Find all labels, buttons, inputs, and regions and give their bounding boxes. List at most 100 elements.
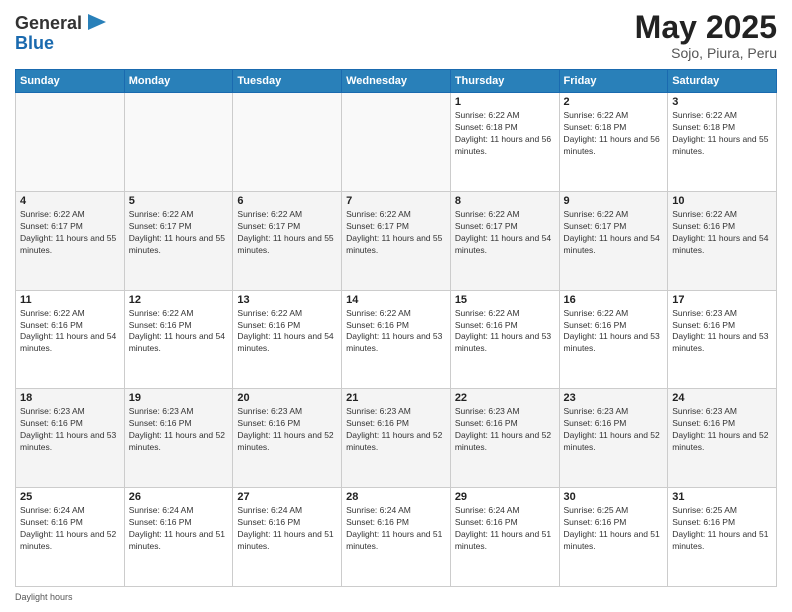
day-info: Sunrise: 6:24 AM Sunset: 6:16 PM Dayligh…	[129, 505, 229, 553]
day-info: Sunrise: 6:23 AM Sunset: 6:16 PM Dayligh…	[455, 406, 555, 454]
table-row: 1Sunrise: 6:22 AM Sunset: 6:18 PM Daylig…	[450, 93, 559, 192]
day-number: 15	[455, 294, 555, 306]
table-row: 9Sunrise: 6:22 AM Sunset: 6:17 PM Daylig…	[559, 191, 668, 290]
day-info: Sunrise: 6:23 AM Sunset: 6:16 PM Dayligh…	[672, 308, 772, 356]
table-row: 8Sunrise: 6:22 AM Sunset: 6:17 PM Daylig…	[450, 191, 559, 290]
daylight-label: Daylight hours	[15, 592, 73, 602]
day-info: Sunrise: 6:24 AM Sunset: 6:16 PM Dayligh…	[20, 505, 120, 553]
col-thursday: Thursday	[450, 70, 559, 93]
day-number: 1	[455, 96, 555, 108]
table-row: 15 Sunrise: 6:22 AM Sunset: 6:16 PM Dayli…	[450, 290, 559, 389]
table-row	[342, 93, 451, 192]
day-info: Sunrise: 6:22 AM Sunset: 6:16 PM Dayligh…	[455, 308, 555, 356]
table-row: 18 Sunrise: 6:23 AM Sunset: 6:16 PM Dayli…	[16, 389, 125, 488]
day-number: 4	[20, 195, 120, 207]
day-info: Sunrise: 6:22 AM Sunset: 6:18 PM Dayligh…	[672, 110, 772, 158]
day-number: 22	[455, 392, 555, 404]
calendar-week-row: 4 Sunrise: 6:22 AM Sunset: 6:17 PM Daylig…	[16, 191, 777, 290]
col-saturday: Saturday	[668, 70, 777, 93]
day-number: 25	[20, 491, 120, 503]
day-number: 23	[564, 392, 664, 404]
day-number: 18	[20, 392, 120, 404]
calendar-week-row: 25 Sunrise: 6:24 AM Sunset: 6:16 PM Dayli…	[16, 488, 777, 587]
day-info: Sunrise: 6:25 AM Sunset: 6:16 PM Dayligh…	[564, 505, 664, 553]
col-sunday: Sunday	[16, 70, 125, 93]
day-number: 13	[237, 294, 337, 306]
col-tuesday: Tuesday	[233, 70, 342, 93]
day-info: Sunrise: 6:22 AM Sunset: 6:17 PM Dayligh…	[237, 209, 337, 257]
table-row: 14Sunrise: 6:22 AM Sunset: 6:16 PM Dayli…	[342, 290, 451, 389]
calendar-table: Sunday Monday Tuesday Wednesday Thursday…	[15, 69, 777, 587]
logo: General Blue	[15, 10, 112, 54]
table-row: 30 Sunrise: 6:25 AM Sunset: 6:16 PM Dayli…	[559, 488, 668, 587]
day-number: 17	[672, 294, 772, 306]
table-row: 10Sunrise: 6:22 AM Sunset: 6:16 PM Dayli…	[668, 191, 777, 290]
table-row: 11 Sunrise: 6:22 AM Sunset: 6:16 PM Dayli…	[16, 290, 125, 389]
logo-general-text: General	[15, 14, 82, 34]
day-number: 27	[237, 491, 337, 503]
day-info: Sunrise: 6:23 AM Sunset: 6:16 PM Dayligh…	[564, 406, 664, 454]
day-info: Sunrise: 6:22 AM Sunset: 6:16 PM Dayligh…	[20, 308, 120, 356]
day-info: Sunrise: 6:24 AM Sunset: 6:16 PM Dayligh…	[346, 505, 446, 553]
day-info: Sunrise: 6:23 AM Sunset: 6:16 PM Dayligh…	[20, 406, 120, 454]
day-info: Sunrise: 6:23 AM Sunset: 6:16 PM Dayligh…	[237, 406, 337, 454]
table-row: 23 Sunrise: 6:23 AM Sunset: 6:16 PM Dayli…	[559, 389, 668, 488]
table-row: 19Sunrise: 6:23 AM Sunset: 6:16 PM Dayli…	[124, 389, 233, 488]
table-row: 12Sunrise: 6:22 AM Sunset: 6:16 PM Dayli…	[124, 290, 233, 389]
table-row: 5 Sunrise: 6:22 AM Sunset: 6:17 PM Daylig…	[124, 191, 233, 290]
table-row: 17 Sunrise: 6:23 AM Sunset: 6:16 PM Dayli…	[668, 290, 777, 389]
title-month: May 2025	[635, 10, 777, 45]
page: General Blue May 2025 Sojo, Piura, Peru …	[0, 0, 792, 612]
table-row: 6 Sunrise: 6:22 AM Sunset: 6:17 PM Daylig…	[233, 191, 342, 290]
day-number: 12	[129, 294, 229, 306]
calendar-week-row: 18 Sunrise: 6:23 AM Sunset: 6:16 PM Dayli…	[16, 389, 777, 488]
logo-blue-text: Blue	[15, 34, 54, 54]
day-info: Sunrise: 6:22 AM Sunset: 6:17 PM Dayligh…	[346, 209, 446, 257]
day-number: 14	[346, 294, 446, 306]
table-row: 4 Sunrise: 6:22 AM Sunset: 6:17 PM Daylig…	[16, 191, 125, 290]
day-number: 24	[672, 392, 772, 404]
day-info: Sunrise: 6:22 AM Sunset: 6:18 PM Dayligh…	[564, 110, 664, 158]
table-row	[124, 93, 233, 192]
day-number: 11	[20, 294, 120, 306]
table-row: 29 Sunrise: 6:24 AM Sunset: 6:16 PM Dayli…	[450, 488, 559, 587]
day-number: 5	[129, 195, 229, 207]
table-row: 25 Sunrise: 6:24 AM Sunset: 6:16 PM Dayli…	[16, 488, 125, 587]
table-row: 16Sunrise: 6:22 AM Sunset: 6:16 PM Dayli…	[559, 290, 668, 389]
day-info: Sunrise: 6:22 AM Sunset: 6:16 PM Dayligh…	[237, 308, 337, 356]
day-number: 3	[672, 96, 772, 108]
day-info: Sunrise: 6:22 AM Sunset: 6:17 PM Dayligh…	[20, 209, 120, 257]
day-info: Sunrise: 6:22 AM Sunset: 6:17 PM Dayligh…	[129, 209, 229, 257]
table-row: 28 Sunrise: 6:24 AM Sunset: 6:16 PM Dayli…	[342, 488, 451, 587]
day-info: Sunrise: 6:23 AM Sunset: 6:16 PM Dayligh…	[672, 406, 772, 454]
day-info: Sunrise: 6:24 AM Sunset: 6:16 PM Dayligh…	[455, 505, 555, 553]
table-row: 27 Sunrise: 6:24 AM Sunset: 6:16 PM Dayli…	[233, 488, 342, 587]
header: General Blue May 2025 Sojo, Piura, Peru	[15, 10, 777, 61]
day-number: 6	[237, 195, 337, 207]
day-number: 10	[672, 195, 772, 207]
table-row: 13 Sunrise: 6:22 AM Sunset: 6:16 PM Dayli…	[233, 290, 342, 389]
day-number: 20	[237, 392, 337, 404]
table-row: 31Sunrise: 6:25 AM Sunset: 6:16 PM Dayli…	[668, 488, 777, 587]
day-number: 28	[346, 491, 446, 503]
table-row: 22 Sunrise: 6:23 AM Sunset: 6:16 PM Dayli…	[450, 389, 559, 488]
day-number: 16	[564, 294, 664, 306]
day-info: Sunrise: 6:24 AM Sunset: 6:16 PM Dayligh…	[237, 505, 337, 553]
col-monday: Monday	[124, 70, 233, 93]
day-number: 21	[346, 392, 446, 404]
table-row: 2 Sunrise: 6:22 AM Sunset: 6:18 PM Daylig…	[559, 93, 668, 192]
day-number: 31	[672, 491, 772, 503]
title-location: Sojo, Piura, Peru	[635, 45, 777, 61]
day-info: Sunrise: 6:23 AM Sunset: 6:16 PM Dayligh…	[346, 406, 446, 454]
logo-icon	[84, 10, 112, 38]
col-wednesday: Wednesday	[342, 70, 451, 93]
table-row	[16, 93, 125, 192]
day-number: 9	[564, 195, 664, 207]
day-info: Sunrise: 6:22 AM Sunset: 6:17 PM Dayligh…	[455, 209, 555, 257]
day-number: 30	[564, 491, 664, 503]
calendar-week-row: 1 Sunrise: 6:22 AM Sunset: 6:18 PM Daylig…	[16, 93, 777, 192]
table-row: 3 Sunrise: 6:22 AM Sunset: 6:18 PM Daylig…	[668, 93, 777, 192]
day-number: 29	[455, 491, 555, 503]
day-number: 2	[564, 96, 664, 108]
col-friday: Friday	[559, 70, 668, 93]
